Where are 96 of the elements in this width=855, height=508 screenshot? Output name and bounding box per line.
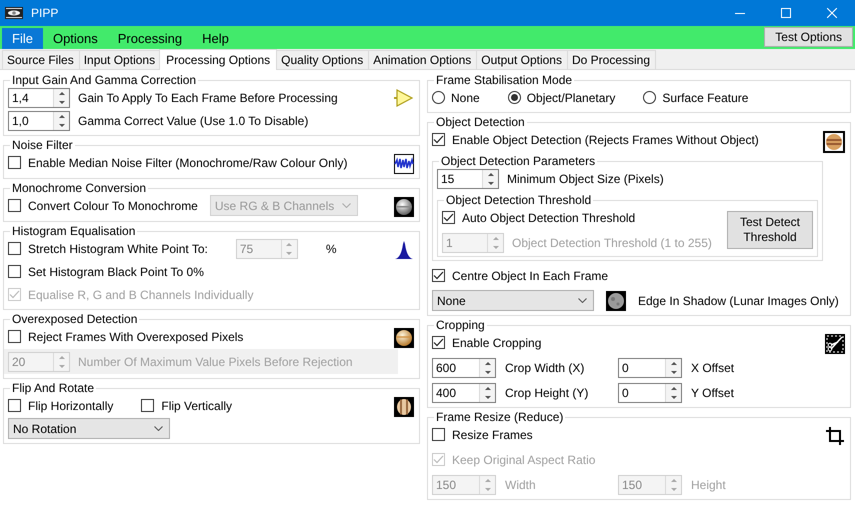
planet-icon xyxy=(394,397,414,417)
checkbox[interactable] xyxy=(8,265,21,278)
tab[interactable]: Output Options xyxy=(476,50,568,69)
checkbox-label: Enable Cropping xyxy=(452,336,542,350)
group-title: Overexposed Detection xyxy=(11,312,138,326)
maximize-icon xyxy=(781,8,791,18)
checkbox-label: Enable Median Noise Filter (Monochrome/Raw Colour Only) xyxy=(28,156,348,170)
window-title: PIPP xyxy=(31,6,58,20)
group-title: Histogram Equalisation xyxy=(11,224,136,238)
group-title: Frame Resize (Reduce) xyxy=(435,410,564,424)
field-label: Crop Height (Y) xyxy=(505,386,588,400)
tab[interactable]: Do Processing xyxy=(566,50,656,69)
tab[interactable]: Input Options xyxy=(78,50,162,69)
checkbox-label: Stretch Histogram White Point To: xyxy=(28,242,208,256)
checkbox-label: Set Histogram Black Point To 0% xyxy=(28,264,204,278)
field-label: Y Offset xyxy=(691,386,734,400)
field-label: X Offset xyxy=(691,360,734,374)
radio-button[interactable] xyxy=(508,91,521,104)
caret-icon xyxy=(578,298,587,303)
menu-item[interactable]: Help xyxy=(192,28,239,49)
spin-box[interactable]: 0 xyxy=(618,358,682,378)
planet-icon xyxy=(823,131,845,153)
field-label: Crop Width (X) xyxy=(505,360,584,374)
menu-item[interactable]: Options xyxy=(42,28,108,49)
waveform-icon xyxy=(394,154,414,174)
spin-box[interactable]: 15 xyxy=(437,168,499,188)
field-label: Object Detection Threshold (1 to 255) xyxy=(512,236,712,250)
spin-box[interactable]: 0 xyxy=(618,382,682,402)
app-icon xyxy=(5,7,23,19)
checkbox-label: Flip Horizontally xyxy=(28,398,114,412)
checkbox-label: Convert Colour To Monochrome xyxy=(28,198,198,212)
play-icon xyxy=(394,89,414,107)
checkbox-label: Flip Vertically xyxy=(161,398,232,412)
radio-label: None xyxy=(451,90,480,104)
checkbox-label: Enable Object Detection (Rejects Frames Without Object) xyxy=(452,132,759,146)
checkbox-label: Keep Original Aspect Ratio xyxy=(452,452,596,466)
radio-button[interactable] xyxy=(432,91,445,104)
checkbox-label: Reject Frames With Overexposed Pixels xyxy=(28,330,244,344)
group-title: Frame Stabilisation Mode xyxy=(435,73,574,87)
field-label: Minimum Object Size (Pixels) xyxy=(507,172,664,186)
test-options-button[interactable]: Test Options xyxy=(764,27,853,47)
group-title: Object Detection Parameters xyxy=(440,154,596,168)
menu-item[interactable]: Processing xyxy=(108,28,192,49)
checkbox[interactable] xyxy=(8,399,21,412)
spin-box[interactable]: 1,4 xyxy=(8,88,70,108)
histogram-icon xyxy=(394,240,414,260)
close-icon xyxy=(827,8,837,18)
caret-icon xyxy=(154,426,163,431)
menu-item[interactable]: File xyxy=(2,28,43,49)
radio-label: Surface Feature xyxy=(662,90,748,104)
field-label: Edge In Shadow (Lunar Images Only) xyxy=(638,294,839,308)
checkbox-label: Resize Frames xyxy=(452,428,533,442)
checkbox[interactable] xyxy=(432,336,445,349)
tab[interactable]: Processing Options xyxy=(159,49,278,70)
checkbox[interactable] xyxy=(432,133,445,146)
checkbox-label: Equalise R, G and B Channels Individually xyxy=(28,288,254,302)
caret-icon xyxy=(342,203,351,208)
checkbox-label: Auto Object Detection Threshold xyxy=(462,210,636,224)
spin-box[interactable]: 400 xyxy=(432,382,496,402)
tab[interactable]: Animation Options xyxy=(368,50,478,69)
group-title: Object Detection xyxy=(435,115,526,129)
dropdown[interactable]: None xyxy=(432,290,594,311)
checkbox[interactable] xyxy=(432,269,445,282)
spin-box[interactable]: 600 xyxy=(432,358,496,378)
sphere-icon xyxy=(394,197,414,217)
spin-box[interactable]: 1,0 xyxy=(8,110,70,130)
field-label: Gain To Apply To Each Frame Before Processing xyxy=(78,90,338,104)
field-label: Number Of Maximum Value Pixels Before Rejection xyxy=(78,354,353,368)
group-title: Object Detection Threshold xyxy=(445,193,592,207)
checkbox[interactable] xyxy=(8,199,21,212)
field-label: % xyxy=(326,242,337,256)
checkbox-label: Centre Object In Each Frame xyxy=(452,268,608,282)
moon-icon xyxy=(606,290,626,310)
checkbox[interactable] xyxy=(442,211,455,224)
checkbox[interactable] xyxy=(8,242,21,255)
field-label: Gamma Correct Value (Use 1.0 To Disable) xyxy=(78,114,308,128)
checkbox[interactable] xyxy=(8,156,21,169)
crop-icon xyxy=(825,426,845,446)
group-title: Monochrome Conversion xyxy=(11,181,148,195)
radio-button[interactable] xyxy=(643,91,656,104)
group-title: Cropping xyxy=(435,318,486,332)
tab[interactable]: Source Files xyxy=(2,50,80,69)
field-label: Height xyxy=(691,478,726,492)
checkbox[interactable] xyxy=(432,428,445,441)
checkbox[interactable] xyxy=(141,399,154,412)
checkbox[interactable] xyxy=(8,330,21,343)
dropdown[interactable]: No Rotation xyxy=(8,418,170,439)
tab[interactable]: Quality Options xyxy=(276,50,370,69)
group-title: Input Gain And Gamma Correction xyxy=(11,73,198,87)
field-label: Width xyxy=(505,478,536,492)
radio-label: Object/Planetary xyxy=(526,90,616,104)
planet-icon xyxy=(394,328,414,348)
test-detect-button[interactable]: Test Detect Threshold xyxy=(727,211,813,249)
group-title: Flip And Rotate xyxy=(11,381,96,395)
scissors-icon xyxy=(825,334,845,354)
group-title: Noise Filter xyxy=(11,138,74,152)
